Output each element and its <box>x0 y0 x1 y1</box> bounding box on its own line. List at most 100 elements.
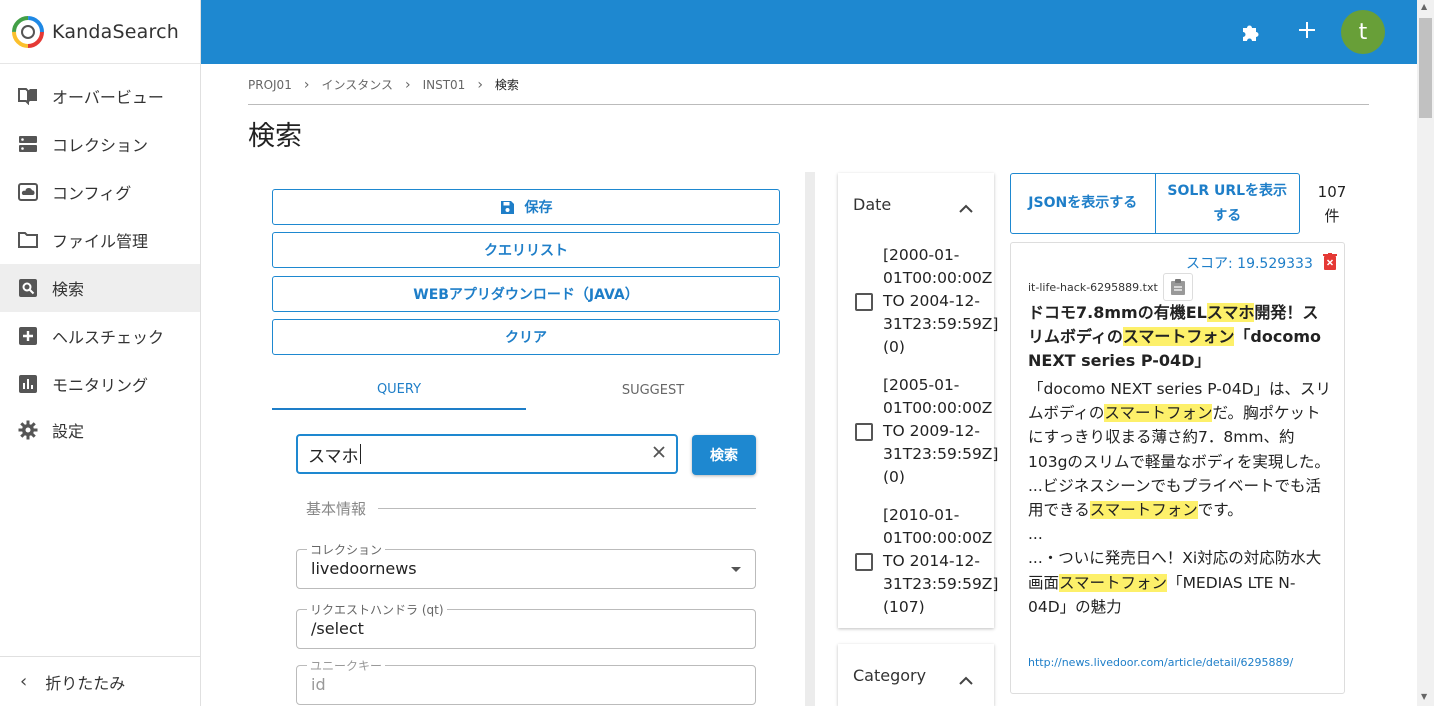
snippet-highlight: スマートフォン <box>1089 501 1198 520</box>
sidebar-item-monitoring[interactable]: モニタリング <box>0 360 200 408</box>
result-count: 107 件 <box>1313 180 1351 228</box>
kandasearch-logo-icon <box>12 15 44 48</box>
web-app-download-button[interactable]: WEBアプリダウンロード（JAVA） <box>272 276 780 312</box>
request-handler-field[interactable]: リクエストハンドラ (qt) /select <box>296 601 756 649</box>
snippet-line: ...・ついに発売日へ！Xi対応の対応防水大画面スマートフォン「MEDIAS L… <box>1028 546 1333 619</box>
dropdown-arrow-icon <box>731 567 741 572</box>
breadcrumb-item[interactable]: インスタンス <box>321 76 393 93</box>
collapse-label: 折りたたみ <box>45 673 126 693</box>
plus-box-icon <box>18 326 38 346</box>
sidebar-item-settings[interactable]: 設定 <box>0 408 200 452</box>
search-input-value: スマホ <box>308 446 359 467</box>
facet-date: Date [2000-01-01T00:00:00Z TO 2004-12-31… <box>838 173 999 628</box>
result-count-value: 107 <box>1317 183 1347 201</box>
facet-item-label: [2010-01-01T00:00:00Z TO 2014-12-31T23:5… <box>883 506 999 616</box>
sidebar-item-config[interactable]: コンフィグ <box>0 168 200 216</box>
save-button[interactable]: 保存 <box>272 189 780 225</box>
scroll-down-arrow-icon[interactable]: ▼ <box>1421 692 1427 701</box>
logo[interactable]: KandaSearch <box>0 0 200 64</box>
result-score: スコア: 19.529333 <box>1186 256 1313 272</box>
result-filename: it-life-hack-6295889.txt <box>1028 281 1158 294</box>
facet-item-label: [2000-01-01T00:00:00Z TO 2004-12-31T23:5… <box>883 246 999 356</box>
scroll-up-arrow-icon[interactable]: ▲ <box>1421 2 1427 11</box>
show-json-button[interactable]: JSONを表示する <box>1011 174 1156 233</box>
clear-icon[interactable] <box>652 444 666 464</box>
chevron-right-icon: › <box>477 76 483 93</box>
result-title[interactable]: ドコモ7.8mmの有機ELスマホ開発！スリムボディのスマートフォン「docomo… <box>1028 301 1333 373</box>
chevron-right-icon: › <box>303 76 310 93</box>
result-count-unit: 件 <box>1324 207 1340 225</box>
sidebar-item-collection[interactable]: コレクション <box>0 120 200 168</box>
show-solr-url-button[interactable]: SOLR URLを表示する <box>1156 174 1300 233</box>
breadcrumb: PROJ01 › インスタンス › INST01 › 検索 <box>248 76 519 93</box>
sidebar-item-label: ファイル管理 <box>52 232 149 251</box>
collection-value: livedoornews <box>311 559 417 578</box>
chevron-up-icon[interactable] <box>959 670 973 689</box>
sidebar: KandaSearch オーバービュー コレクション コンフィグ ファイル管理 … <box>0 0 201 706</box>
title-highlight: スマートフォン <box>1122 327 1235 346</box>
search-icon <box>18 278 38 298</box>
breadcrumb-item[interactable]: INST01 <box>423 78 466 92</box>
unique-key-placeholder: id <box>311 675 326 694</box>
bar-chart-icon <box>18 374 38 394</box>
top-app-bar: t <box>201 0 1417 64</box>
snippet-highlight: スマートフォン <box>1104 404 1213 423</box>
collapse-button[interactable]: ‹ 折りたたみ <box>0 656 200 706</box>
search-button[interactable]: 検索 <box>692 435 756 475</box>
facet-title: Date <box>853 195 892 214</box>
panel-divider[interactable] <box>805 172 815 706</box>
result-snippet: 「docomo NEXT series P-04D」は、スリムボディのスマートフ… <box>1028 377 1333 619</box>
book-icon <box>18 86 38 106</box>
facet-checkbox[interactable] <box>855 423 873 441</box>
floppy-disk-icon <box>500 200 515 215</box>
clear-button[interactable]: クリア <box>272 319 780 355</box>
snippet-text: です。 <box>1197 501 1243 520</box>
sidebar-item-files[interactable]: ファイル管理 <box>0 216 200 264</box>
scroll-thumb[interactable] <box>1419 18 1432 118</box>
sidebar-item-overview[interactable]: オーバービュー <box>0 72 200 120</box>
chevron-up-icon[interactable] <box>959 198 973 217</box>
unique-key-field[interactable]: ユニークキー id <box>296 657 756 705</box>
results-toolbar: JSONを表示する SOLR URLを表示する <box>1010 173 1300 234</box>
collection-label: コレクション <box>307 541 386 558</box>
facet-title: Category <box>853 666 927 685</box>
delete-icon[interactable] <box>1323 253 1337 274</box>
chevron-right-icon: › <box>404 76 411 93</box>
snippet-line: ...ビジネスシーンでもプライベートでも活用できるスマートフォンです。 <box>1028 474 1333 522</box>
extensions-icon[interactable] <box>1241 21 1263 47</box>
search-input[interactable]: スマホ <box>296 434 678 474</box>
sidebar-item-label: 検索 <box>52 280 85 299</box>
unique-key-label: ユニークキー <box>307 657 386 674</box>
breadcrumb-divider <box>248 104 1369 105</box>
section-basic-info: 基本情報 <box>296 497 756 519</box>
sidebar-item-label: コレクション <box>52 136 149 155</box>
tab-suggest[interactable]: SUGGEST <box>526 370 780 410</box>
title-highlight: スマホ <box>1206 303 1255 322</box>
breadcrumb-item-current: 検索 <box>494 78 519 92</box>
tab-query[interactable]: QUERY <box>272 370 526 410</box>
gear-icon <box>18 420 38 440</box>
sidebar-item-healthcheck[interactable]: ヘルスチェック <box>0 312 200 360</box>
facet-item-label: [2005-01-01T00:00:00Z TO 2009-12-31T23:5… <box>883 376 999 486</box>
breadcrumb-item[interactable]: PROJ01 <box>248 78 292 92</box>
facet-checkbox[interactable] <box>855 293 873 311</box>
collection-select[interactable]: コレクション livedoornews <box>296 541 756 589</box>
cloud-icon <box>18 182 38 202</box>
add-icon[interactable] <box>1298 21 1316 43</box>
avatar[interactable]: t <box>1341 10 1385 54</box>
section-line <box>378 507 756 509</box>
page-scrollbar[interactable]: ▲ ▼ <box>1417 0 1434 706</box>
sidebar-item-search[interactable]: 検索 <box>0 264 200 312</box>
snippet-highlight: スマートフォン <box>1059 573 1168 592</box>
title-text: ドコモ7.8mmの有機EL <box>1028 303 1207 322</box>
sidebar-item-label: ヘルスチェック <box>52 328 165 347</box>
sidebar-item-label: モニタリング <box>52 376 149 395</box>
app-name: KandaSearch <box>52 20 179 43</box>
result-url-link[interactable]: http://news.livedoor.com/article/detail/… <box>1028 656 1293 669</box>
query-list-button[interactable]: クエリリスト <box>272 232 780 268</box>
copy-clipboard-icon[interactable] <box>1163 273 1193 301</box>
facet-checkbox[interactable] <box>855 553 873 571</box>
chevron-left-icon: ‹ <box>20 671 28 692</box>
sidebar-item-label: オーバービュー <box>52 88 164 107</box>
storage-icon <box>18 134 38 154</box>
